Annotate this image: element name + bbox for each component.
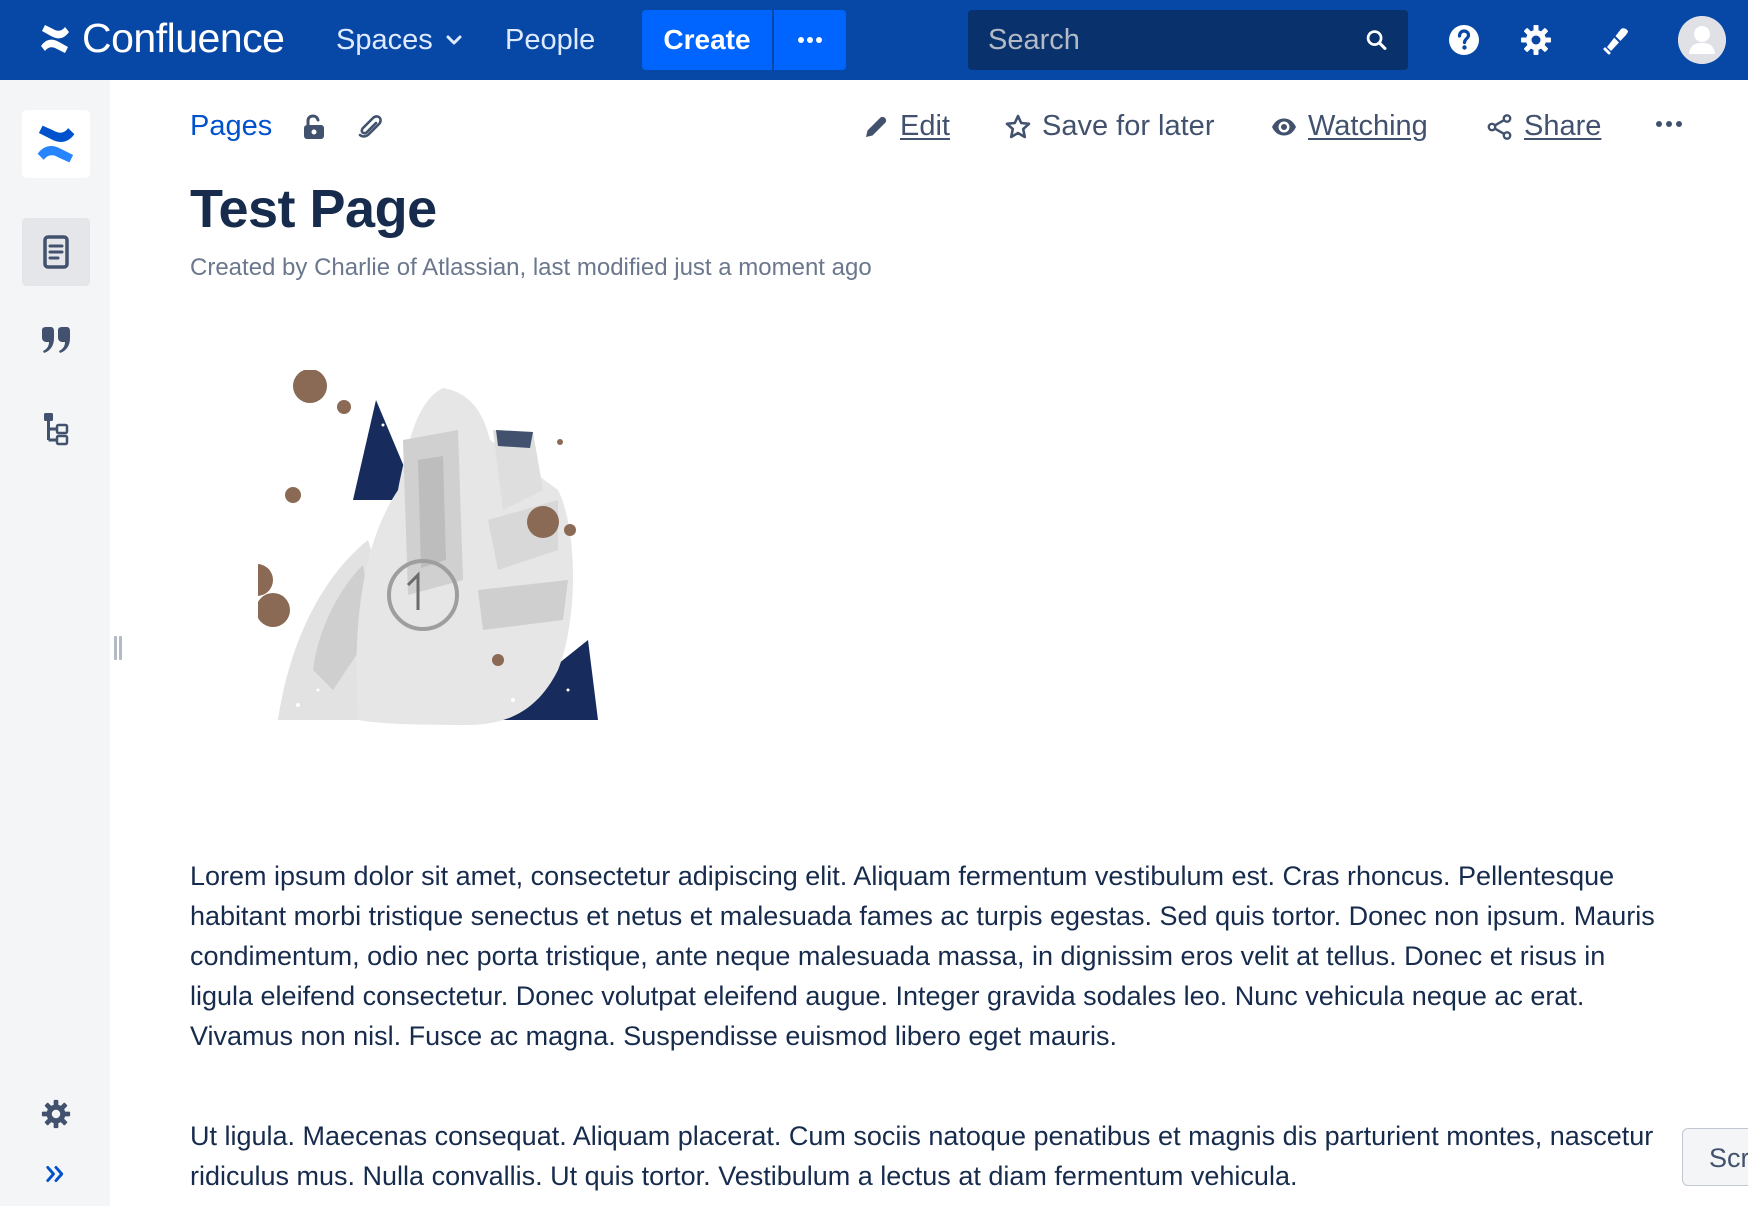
breadcrumb-pages-link[interactable]: Pages	[190, 110, 272, 143]
share-icon	[1487, 113, 1512, 140]
sidebar-resize-handle[interactable]	[112, 636, 124, 664]
sidebar-item-blog[interactable]	[22, 306, 90, 374]
create-more-button[interactable]	[774, 10, 846, 70]
eye-icon	[1272, 118, 1296, 135]
search-box[interactable]	[968, 10, 1408, 70]
save-for-later-button[interactable]: Save for later	[1004, 110, 1214, 143]
watching-button[interactable]: Watching	[1270, 110, 1428, 143]
share-button[interactable]: Share	[1486, 110, 1601, 143]
space-logo[interactable]	[22, 110, 90, 178]
avatar-icon	[1678, 16, 1726, 64]
unlock-icon[interactable]	[300, 113, 328, 141]
attachment-icon[interactable]	[356, 113, 384, 141]
space-logo-icon	[37, 125, 75, 163]
spaces-label: Spaces	[336, 24, 433, 56]
more-actions-button[interactable]	[1654, 110, 1684, 138]
page-byline: Created by Charlie of Atlassian, last mo…	[190, 254, 872, 281]
blog-quote-icon	[42, 327, 70, 353]
search-icon[interactable]	[1365, 25, 1388, 55]
watching-label: Watching	[1308, 110, 1428, 142]
people-link[interactable]: People	[505, 20, 595, 60]
more-icon	[1656, 121, 1682, 127]
help-icon	[1449, 25, 1479, 55]
pencil-icon	[866, 116, 887, 137]
more-icon	[798, 37, 822, 43]
sidebar-item-pages[interactable]	[22, 218, 90, 286]
edit-button[interactable]: Edit	[862, 110, 950, 143]
page-tree-icon	[44, 413, 69, 446]
sidebar-item-space-settings[interactable]	[22, 1080, 90, 1148]
brand-name: Confluence	[82, 15, 285, 61]
share-label: Share	[1524, 110, 1602, 142]
space-sidebar	[0, 80, 110, 1206]
edit-label: Edit	[900, 110, 950, 142]
body-paragraph-2: Ut ligula. Maecenas consequat. Aliquam p…	[190, 1121, 1654, 1191]
sidebar-item-page-tree[interactable]	[22, 394, 90, 462]
breadcrumb: Pages	[190, 110, 384, 143]
star-icon	[1005, 114, 1031, 138]
confluence-logo-icon	[41, 24, 69, 53]
pages-icon	[43, 235, 69, 269]
user-avatar[interactable]	[1678, 16, 1726, 64]
save-for-later-label: Save for later	[1042, 110, 1215, 142]
top-navigation-bar: Confluence Spaces People Create	[0, 0, 1748, 80]
search-input[interactable]	[988, 23, 1365, 57]
spaceship-illustration	[258, 370, 598, 725]
chevron-down-icon	[446, 35, 462, 45]
settings-icon	[1521, 25, 1551, 55]
notifications-icon	[1603, 28, 1628, 55]
expand-sidebar-button[interactable]	[22, 1140, 90, 1208]
page-title: Test Page	[190, 179, 437, 239]
spaces-menu[interactable]: Spaces	[336, 20, 465, 60]
notifications-button[interactable]	[1596, 20, 1636, 60]
body-paragraph-1: Lorem ipsum dolor sit amet, consectetur …	[190, 861, 1655, 1051]
expand-sidebar-icon	[46, 1165, 64, 1183]
confluence-home-link[interactable]: Confluence	[38, 15, 285, 61]
settings-button[interactable]	[1516, 20, 1556, 60]
space-settings-icon	[41, 1099, 71, 1129]
people-label: People	[505, 24, 596, 56]
help-button[interactable]	[1444, 20, 1484, 60]
create-button[interactable]: Create	[642, 10, 772, 70]
scroll-button[interactable]: Scr	[1682, 1128, 1748, 1186]
